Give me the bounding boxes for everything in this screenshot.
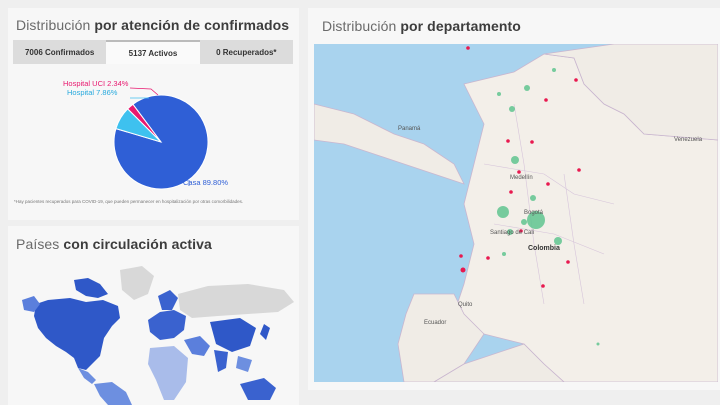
label-bogota: Bogotá bbox=[524, 210, 544, 216]
case-bubble[interactable] bbox=[459, 254, 463, 258]
label-medellin: Medellín bbox=[510, 175, 533, 181]
colombia-map[interactable]: Venezuela Colombia Ecuador Bogotá Medell… bbox=[314, 44, 718, 382]
case-bubble[interactable] bbox=[530, 140, 534, 144]
case-bubble[interactable] bbox=[502, 252, 506, 256]
department-title-prefix: Distribución bbox=[322, 18, 397, 34]
pie-leader-uci bbox=[129, 87, 159, 96]
case-bubble[interactable] bbox=[544, 98, 548, 102]
map-china bbox=[210, 318, 256, 352]
map-south-america bbox=[94, 382, 132, 405]
bottom-strip bbox=[308, 392, 720, 405]
map-scandinavia bbox=[158, 290, 178, 310]
map-north-america bbox=[34, 298, 120, 370]
department-distribution-card: Distribución por departamento Venezuela … bbox=[308, 8, 720, 390]
case-bubble[interactable] bbox=[460, 267, 466, 273]
case-bubble[interactable] bbox=[524, 85, 530, 91]
countries-title-bold: con circulación activa bbox=[63, 236, 212, 252]
map-africa bbox=[148, 346, 188, 400]
case-bubble[interactable] bbox=[554, 237, 562, 245]
pie-chart bbox=[113, 87, 209, 190]
department-card-title: Distribución por departamento bbox=[322, 18, 521, 34]
case-bubble[interactable] bbox=[517, 170, 521, 174]
label-colombia: Colombia bbox=[528, 245, 560, 252]
case-bubble[interactable] bbox=[566, 260, 570, 264]
case-bubble[interactable] bbox=[521, 219, 527, 225]
case-bubble[interactable] bbox=[509, 106, 515, 112]
cases-bubble-layer bbox=[459, 46, 600, 346]
map-australia bbox=[240, 378, 276, 400]
case-bubble[interactable] bbox=[486, 256, 490, 260]
label-cali: Santiago de Cali bbox=[490, 230, 535, 236]
case-bubble[interactable] bbox=[497, 206, 509, 218]
case-bubble[interactable] bbox=[541, 284, 545, 288]
map-se-asia bbox=[236, 356, 252, 372]
label-venezuela: Venezuela bbox=[674, 137, 703, 143]
map-europe bbox=[148, 310, 186, 340]
case-bubble[interactable] bbox=[577, 168, 581, 172]
department-title-bold: por departamento bbox=[400, 18, 521, 34]
pie-label-casa: Casa 89.80% bbox=[183, 178, 229, 187]
case-bubble[interactable] bbox=[511, 156, 519, 164]
case-bubble[interactable] bbox=[530, 195, 536, 201]
recovered-footnote: *Hay pacientes recuperados para COVID-19… bbox=[14, 199, 244, 204]
map-japan bbox=[260, 324, 270, 340]
map-russia bbox=[178, 284, 294, 318]
case-bubble[interactable] bbox=[466, 46, 470, 50]
map-central-america bbox=[78, 368, 96, 384]
label-quito: Quito bbox=[458, 302, 473, 308]
map-canada-islands bbox=[74, 278, 108, 298]
map-greenland bbox=[120, 266, 154, 300]
world-map[interactable] bbox=[8, 260, 299, 405]
map-india bbox=[214, 350, 228, 372]
pie-label-uci: Hospital UCI 2.34% bbox=[63, 79, 129, 88]
case-bubble[interactable] bbox=[596, 342, 600, 346]
countries-card-title: Países con circulación activa bbox=[16, 236, 212, 252]
case-bubble[interactable] bbox=[506, 139, 510, 143]
pie-chart-container bbox=[8, 8, 299, 220]
countries-card: Países con circulación activa bbox=[8, 226, 299, 405]
case-bubble[interactable] bbox=[546, 182, 550, 186]
pie-label-hospital: Hospital 7.86% bbox=[67, 88, 118, 97]
countries-title-prefix: Países bbox=[16, 236, 60, 252]
attention-distribution-card: Distribución por atención de confirmados… bbox=[8, 8, 299, 220]
label-ecuador: Ecuador bbox=[424, 320, 447, 326]
label-panama: Panamá bbox=[398, 126, 421, 132]
case-bubble[interactable] bbox=[497, 92, 501, 96]
case-bubble[interactable] bbox=[509, 190, 513, 194]
case-bubble[interactable] bbox=[574, 78, 578, 82]
case-bubble[interactable] bbox=[552, 68, 556, 72]
map-middle-east bbox=[184, 336, 210, 356]
